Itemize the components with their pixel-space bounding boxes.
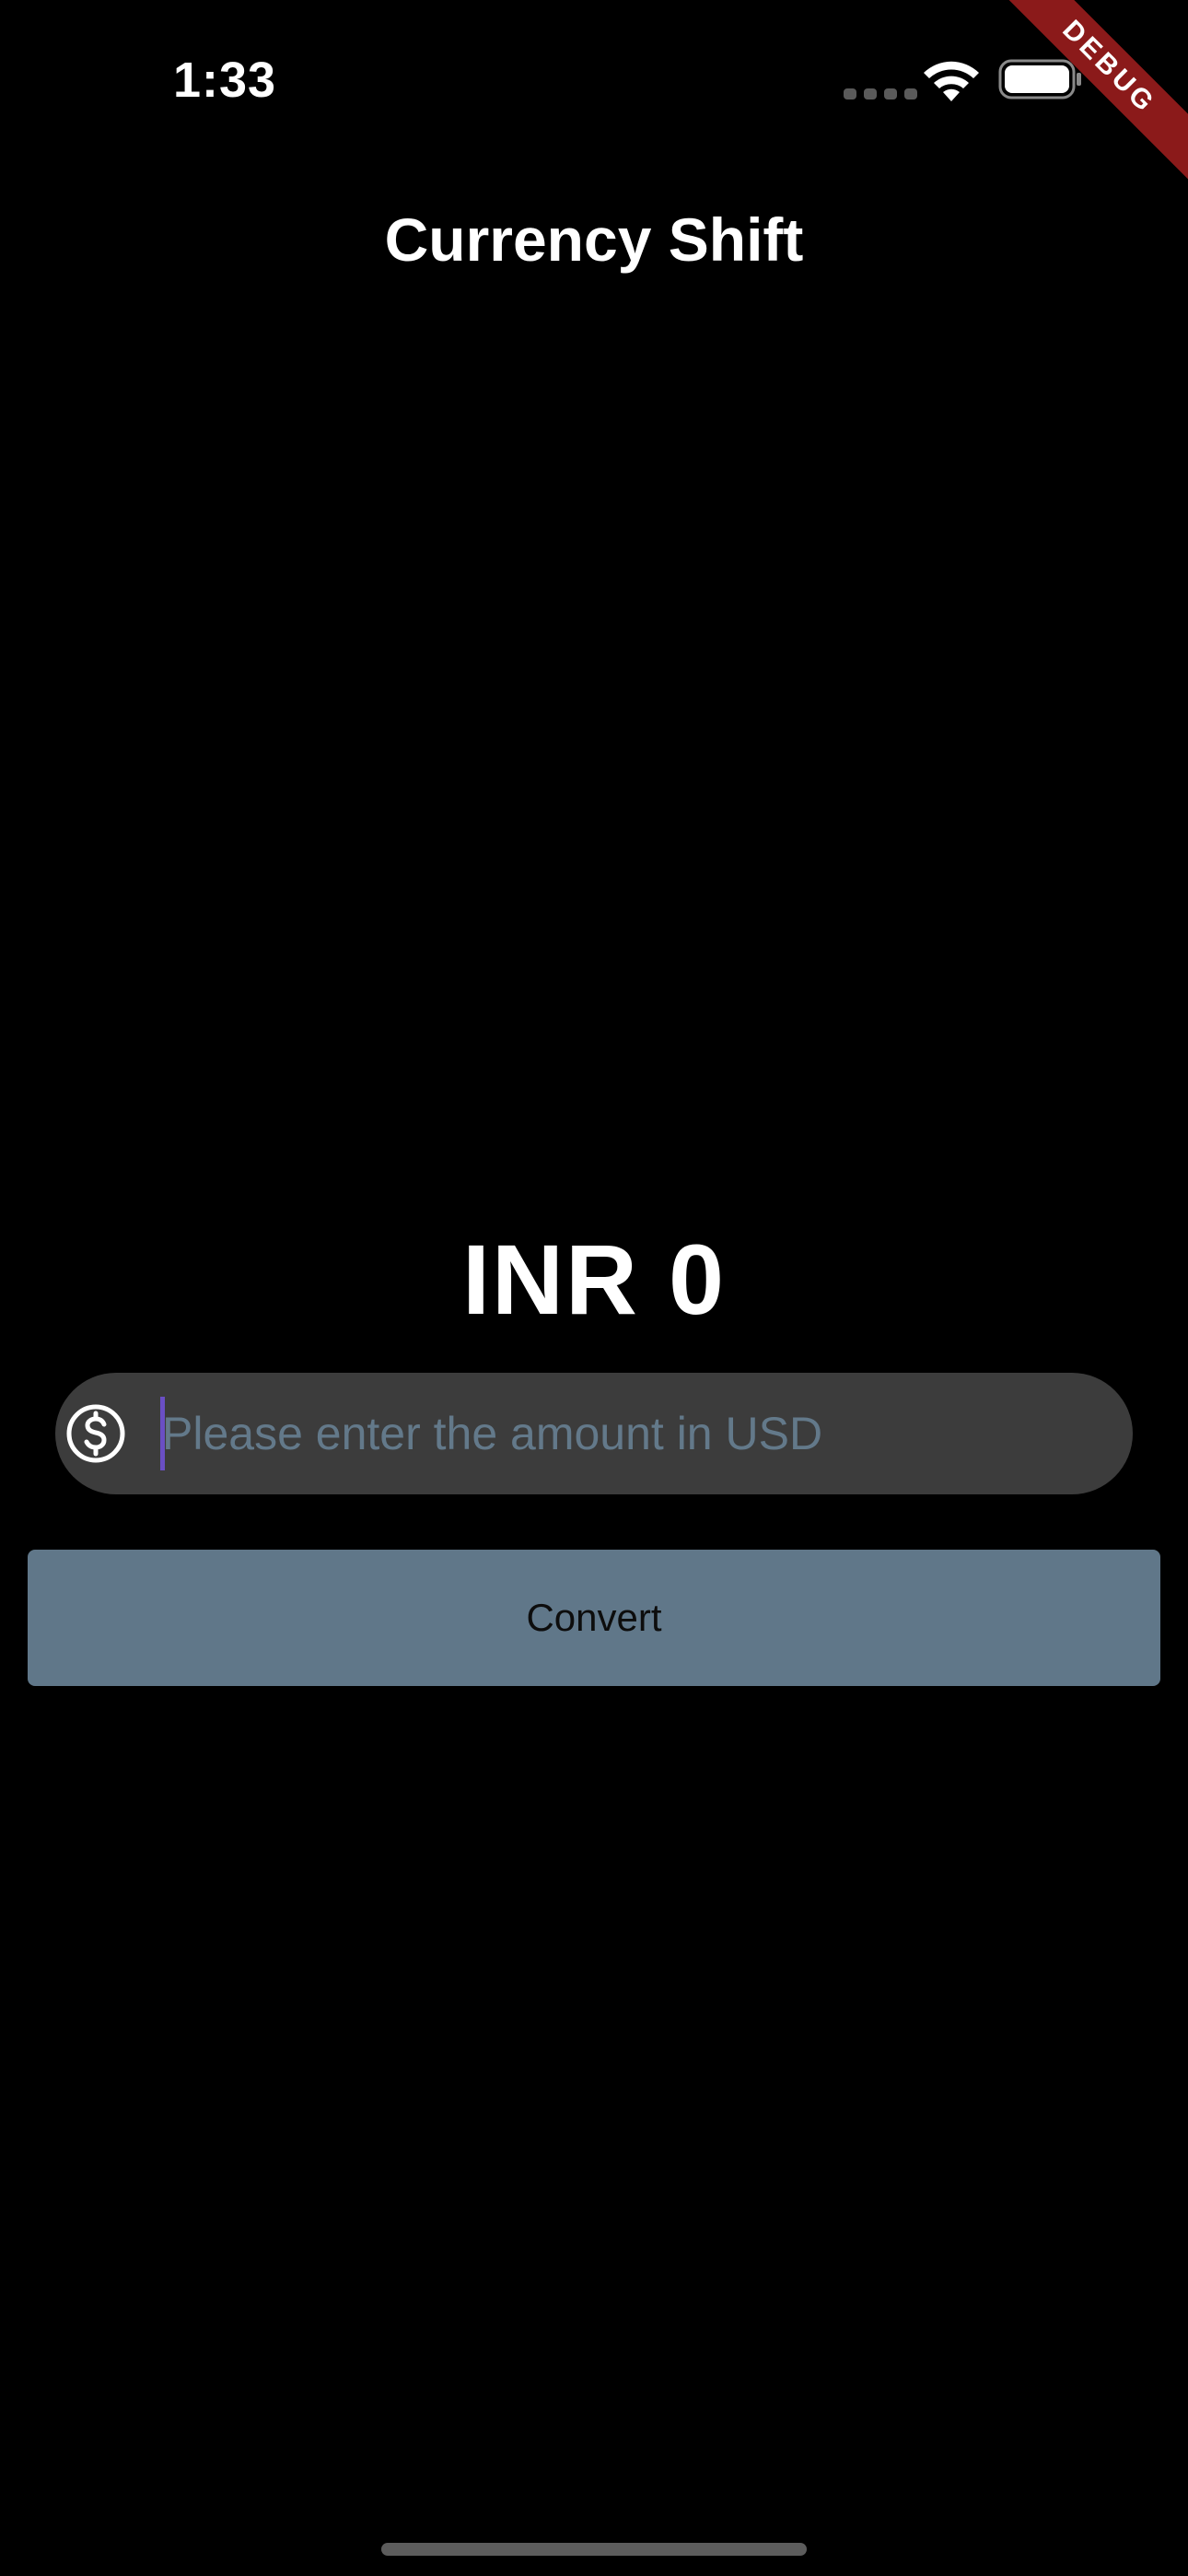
dollar-circle-icon bbox=[66, 1404, 125, 1463]
wifi-icon bbox=[924, 61, 979, 101]
amount-field[interactable] bbox=[55, 1373, 1133, 1494]
debug-banner: DEBUG bbox=[1004, 0, 1188, 184]
debug-banner-label: DEBUG bbox=[1004, 0, 1188, 181]
conversion-result: INR 0 bbox=[461, 1224, 727, 1335]
convert-button[interactable]: Convert bbox=[28, 1550, 1160, 1686]
home-indicator bbox=[381, 2543, 807, 2556]
page-title: Currency Shift bbox=[384, 205, 804, 274]
status-time: 1:33 bbox=[173, 53, 277, 108]
signal-dots-icon bbox=[844, 88, 917, 100]
amount-input[interactable] bbox=[162, 1373, 1101, 1494]
